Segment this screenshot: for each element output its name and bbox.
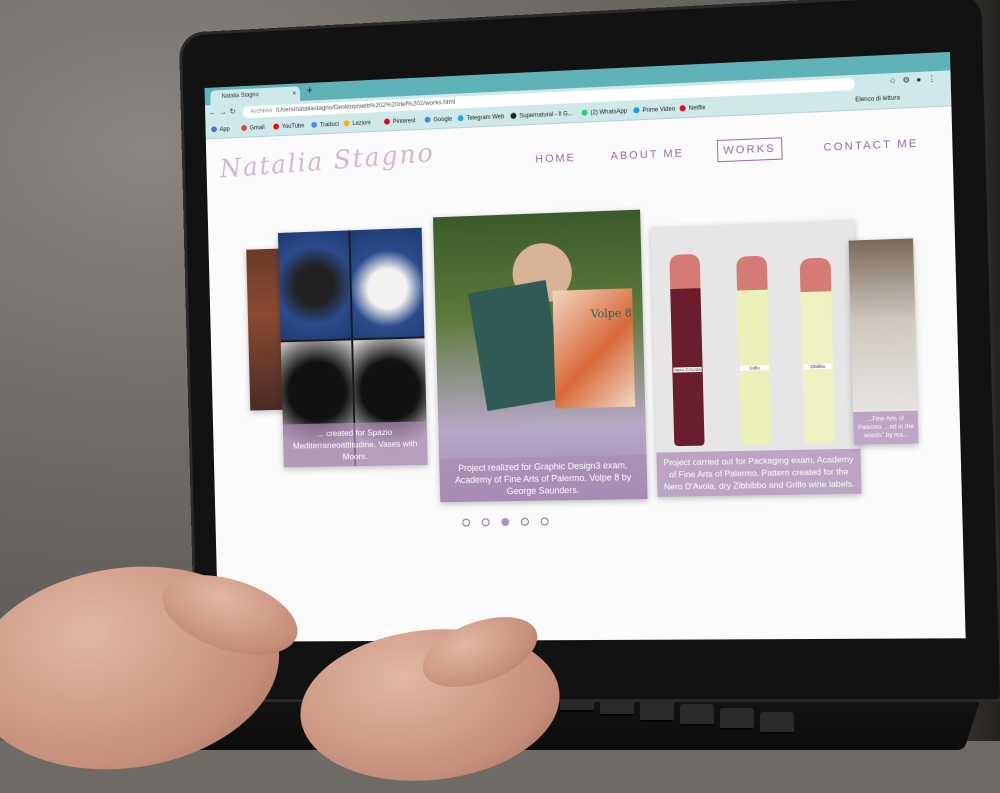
bookmark-item[interactable]: Prime Video (633, 106, 675, 115)
bookmark-label: Pinterest (392, 118, 416, 126)
bookmark-item[interactable]: App (211, 126, 230, 134)
wine-bottle-3 (799, 257, 836, 444)
carousel-dot[interactable] (501, 518, 510, 527)
laptop-lid: Natalia Stagno × + ←→↻ Archivio/Users/na… (178, 0, 1000, 703)
bookmark-item[interactable]: Google (424, 116, 453, 124)
extensions-icons[interactable]: ☆⚙●⋮ (889, 74, 943, 86)
work-card-deer[interactable]: ...Fine Arts of Palermo. ...nd in the wo… (848, 238, 919, 445)
carousel-dot[interactable] (540, 517, 549, 526)
bookmark-icon (211, 126, 217, 133)
bookmark-icon (311, 121, 318, 128)
bookmark-item[interactable]: Netflix (679, 104, 706, 112)
bookmark-label: Telegram Web (466, 114, 505, 122)
nav-home[interactable]: HOME (535, 152, 576, 166)
bookmark-item[interactable]: Traduci (311, 121, 339, 129)
bookmark-label: (2) WhatsApp (590, 108, 628, 117)
bookmark-icon (581, 109, 588, 116)
bookmark-icon (679, 105, 686, 112)
bookmark-icon (384, 118, 390, 125)
wine-bottle-2 (736, 255, 772, 445)
bookmark-icon (241, 124, 247, 132)
vase-image-1 (277, 230, 352, 341)
bookmark-label: Supernatural - Il G... (519, 111, 573, 120)
site-logo[interactable]: Natalia Stagno (219, 138, 436, 184)
work-caption: Project carried out for Packaging exam, … (656, 448, 862, 497)
bookmark-item[interactable]: Supernatural - Il G... (510, 110, 573, 120)
bookmark-icon (343, 120, 350, 127)
nav-arrows-icon[interactable]: ←→↻ (209, 107, 239, 117)
bookmark-label: YouTube (281, 123, 305, 131)
work-caption: ...Fine Arts of Palermo. ...nd in the wo… (853, 410, 919, 445)
work-caption: ... created for Spazio Mediterraneoattit… (282, 421, 428, 468)
nav-contact-me[interactable]: CONTACT ME (823, 138, 918, 154)
carousel-dot[interactable] (481, 518, 490, 527)
bookmark-icon (424, 116, 431, 123)
vase-image-2 (350, 227, 425, 339)
bookmark-label: App (219, 126, 230, 133)
nav-about-me[interactable]: ABOUT ME (610, 147, 684, 162)
wine-label-3: Zibibbo (803, 363, 833, 370)
close-icon[interactable]: × (292, 86, 296, 101)
bookmark-label: Gmail (249, 125, 265, 132)
carousel-dots (462, 512, 561, 531)
bookmark-item[interactable]: Telegram Web (457, 113, 505, 122)
carousel-dot[interactable] (520, 517, 529, 526)
browser-window: Natalia Stagno × + ←→↻ Archivio/Users/na… (204, 51, 966, 642)
work-card-vases[interactable]: ... created for Spazio Mediterraneoattit… (277, 227, 428, 468)
reading-list-button[interactable]: Elenco di lettura (855, 95, 900, 103)
work-caption: Project realized for Graphic Design3 exa… (439, 454, 648, 503)
bookmark-item[interactable]: (2) WhatsApp (581, 108, 628, 117)
work-card-wine[interactable]: Nero D'Avola Grillo Zibibbo Project carr… (650, 219, 862, 497)
bookmark-item[interactable]: YouTube (273, 122, 304, 130)
wine-bottle-1 (669, 253, 705, 447)
bookmark-label: Traduci (319, 121, 339, 129)
bookmark-item[interactable]: Pinterest (384, 117, 416, 125)
bookmark-item[interactable]: Gmail (241, 124, 265, 132)
wine-label-2: Grillo (740, 365, 769, 371)
bookmark-icon (457, 115, 464, 122)
url-prefix: Archivio (250, 107, 273, 116)
tab-title: Natalia Stagno (221, 92, 259, 100)
bookmark-item[interactable]: Lezioni (343, 119, 371, 128)
bookmark-icon (633, 107, 640, 114)
bookmark-icon (510, 112, 517, 119)
bookmark-label: Netflix (688, 105, 706, 112)
work-card-volpe[interactable]: Volpe 8 Project realized for Graphic Des… (432, 209, 648, 503)
bookmark-label: Prime Video (642, 106, 676, 115)
bookmark-label: Google (433, 116, 453, 124)
bookmark-label: Lezioni (352, 120, 371, 128)
url-text: /Users/nataliastagno/Desktop/web%202%20d… (275, 98, 456, 114)
bookmark-icon (273, 123, 280, 130)
carousel-dot[interactable] (462, 518, 471, 527)
new-tab-button[interactable]: + (306, 85, 312, 97)
wine-label-1: Nero D'Avola (673, 366, 702, 373)
nav-works[interactable]: WORKS (716, 137, 783, 163)
book-title: Volpe 8 (590, 306, 632, 321)
